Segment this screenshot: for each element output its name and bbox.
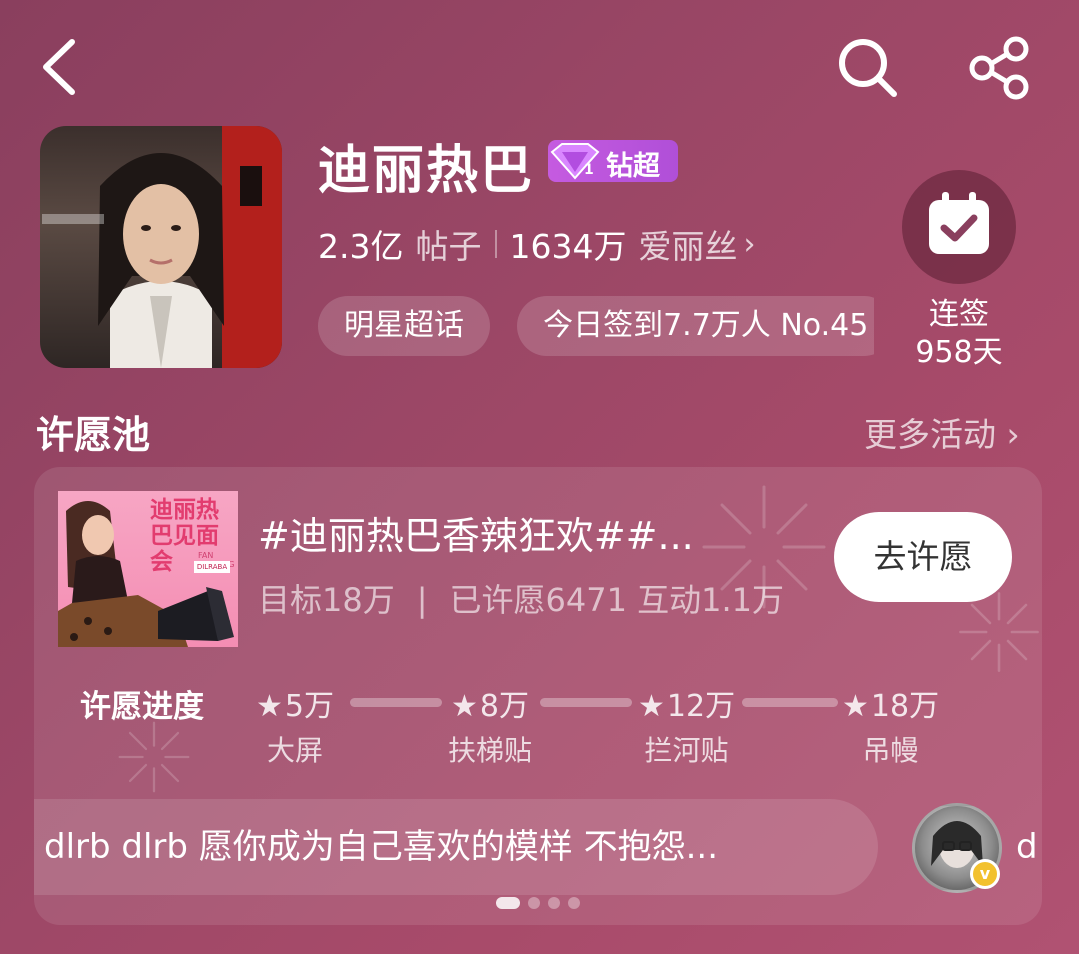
meta-separator: | (416, 581, 428, 619)
tag-checkin-stats[interactable]: 今日签到7.7万人 No.45 (517, 296, 874, 356)
chevron-right-icon[interactable]: › (743, 227, 755, 262)
more-activities-label: 更多活动 (864, 415, 996, 454)
make-wish-button[interactable]: 去许愿 (834, 512, 1012, 602)
checkin-days: 958天 (915, 335, 1003, 370)
topic-stats: 2.3亿 帖子 1634万 爱丽丝 › (318, 220, 755, 268)
topic-avatar[interactable] (40, 126, 282, 368)
fans-label[interactable]: 爱丽丝 (638, 220, 737, 268)
milestone-name: 大屏 (266, 734, 323, 767)
star-icon: ★ (256, 689, 283, 724)
progress-track (350, 698, 442, 707)
milestone-name: 扶梯贴 (448, 734, 533, 767)
pagination-dot-active[interactable] (496, 897, 520, 909)
milestone-value: 12万 (666, 689, 736, 724)
carousel-pagination (496, 897, 588, 909)
wish-poster[interactable]: 迪丽热巴见面会 FAN MEETING DILRABA (58, 491, 238, 647)
milestone-value: 8万 (479, 689, 529, 724)
checkin-button[interactable] (902, 170, 1016, 284)
milestone-item: ★18万 吊幔 (842, 681, 939, 769)
wish-count: 已许愿6471 (449, 581, 627, 619)
badge-label: 钻超 (606, 151, 660, 182)
star-icon: ★ (638, 689, 665, 724)
milestone-value: 18万 (870, 689, 940, 724)
super-fan-badge[interactable]: 1 钻超 (548, 140, 678, 182)
pagination-dot[interactable] (548, 897, 560, 909)
firework-decoration-icon (118, 721, 190, 793)
tag-star-topic[interactable]: 明星超话 (318, 296, 490, 356)
chevron-right-icon: › (1006, 415, 1020, 454)
milestone-item: ★8万 扶梯贴 (448, 681, 532, 769)
calendar-check-icon (929, 192, 989, 254)
stats-divider (495, 230, 498, 258)
wish-meta: 目标18万 | 已许愿6471 互动1.1万 (258, 575, 784, 621)
next-comment-preview[interactable]: d (1016, 799, 1038, 895)
more-activities-link[interactable]: 更多活动 › (864, 408, 1020, 456)
progress-track (540, 698, 632, 707)
back-arrow-icon[interactable] (36, 36, 86, 98)
poster-logo: DILRABA (194, 561, 230, 573)
pagination-dot[interactable] (568, 897, 580, 909)
wish-card: 迪丽热巴见面会 FAN MEETING DILRABA #迪丽热巴香辣狂欢##.… (34, 467, 1042, 925)
milestone-name: 拦河贴 (644, 734, 729, 767)
pagination-dot[interactable] (528, 897, 540, 909)
top-bar (0, 0, 1079, 130)
posts-label: 帖子 (415, 227, 482, 266)
milestone-name: 吊幔 (862, 734, 919, 767)
milestone-item: ★12万 拦河贴 (638, 681, 735, 769)
verified-badge-icon: v (970, 859, 1000, 889)
interaction-count: 互动1.1万 (637, 581, 785, 619)
topic-title: 迪丽热巴 (318, 141, 535, 201)
star-icon: ★ (842, 689, 869, 724)
fans-count[interactable]: 1634万 (509, 220, 626, 268)
wish-comment-bubble[interactable]: dlrb dlrb 愿你成为自己喜欢的模样 不抱怨... (34, 799, 878, 895)
svg-text:1: 1 (584, 162, 594, 178)
topic-tags: 明星超话 今日签到7.7万人 No.45 (318, 296, 874, 356)
wish-title[interactable]: #迪丽热巴香辣狂欢##... (258, 505, 778, 560)
diamond-icon: 1 (550, 143, 600, 180)
milestone-value: 5万 (284, 689, 334, 724)
progress-label: 许愿进度 (80, 689, 204, 725)
milestone-item: ★5万 大屏 (256, 681, 334, 769)
share-icon[interactable] (966, 34, 1032, 100)
wish-goal: 目标18万 (258, 581, 395, 619)
wish-pool-title: 许愿池 (36, 413, 151, 457)
progress-track (742, 698, 838, 707)
checkin-streak: 连签 958天 (900, 296, 1018, 372)
search-icon[interactable] (834, 34, 900, 100)
star-icon: ★ (451, 689, 478, 724)
posts-count: 2.3亿 (318, 227, 404, 266)
checkin-label: 连签 (929, 297, 989, 332)
